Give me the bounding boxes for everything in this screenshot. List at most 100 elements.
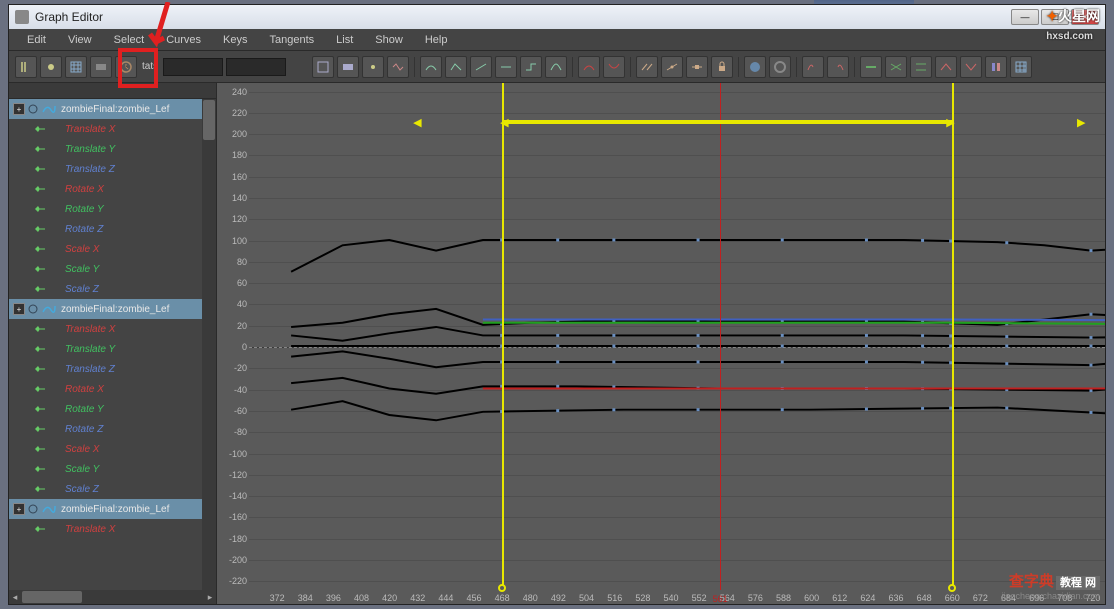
keyframe[interactable] [865,238,868,241]
keyframe[interactable] [1089,364,1092,367]
outliner-attr-row[interactable]: Scale Y [9,259,216,279]
outliner-node-row[interactable]: + zombieFinal:zombie_Lef [9,99,216,119]
keyframe[interactable] [865,408,868,411]
outliner-hscroll[interactable]: ◂ ▸ [9,590,216,604]
outliner-attr-row[interactable]: Translate X [9,519,216,539]
keyframe[interactable] [781,334,784,337]
outliner-attr-row[interactable]: Rotate Z [9,419,216,439]
menu-edit[interactable]: Edit [17,31,56,49]
keyframe[interactable] [921,334,924,337]
outliner-attr-row[interactable]: Translate X [9,319,216,339]
visibility-icon[interactable] [27,103,39,115]
menu-select[interactable]: Select [104,31,155,49]
keyframe[interactable] [865,334,868,337]
keyframe[interactable] [612,360,615,363]
keyframe[interactable] [1089,336,1092,339]
keyframe[interactable] [921,407,924,410]
menu-tangents[interactable]: Tangents [260,31,325,49]
outliner-filter-bar[interactable] [9,83,216,99]
keyframe[interactable] [556,409,559,412]
clamped-tangent-icon[interactable] [445,56,467,78]
keyframe[interactable] [1089,249,1092,252]
keyframe[interactable] [781,360,784,363]
keyframe[interactable] [781,345,784,348]
expand-icon[interactable]: + [13,503,25,515]
pre-infinity-icon[interactable] [802,56,824,78]
outliner-attr-row[interactable]: Rotate X [9,379,216,399]
outliner-vscroll[interactable] [202,99,216,590]
outliner-attr-row[interactable]: Translate Z [9,159,216,179]
flat-tangent-icon[interactable] [495,56,517,78]
keyframe[interactable] [1005,407,1008,410]
break-tangent-icon[interactable] [636,56,658,78]
menu-show[interactable]: Show [365,31,413,49]
keyframe[interactable] [1089,411,1092,414]
expand-icon[interactable]: + [13,103,25,115]
unify-tangent-icon[interactable] [661,56,683,78]
titlebar[interactable]: Graph Editor — ☐ ✕ [9,5,1105,29]
visibility-icon[interactable] [27,503,39,515]
keyframe[interactable] [612,345,615,348]
keyframe[interactable] [697,334,700,337]
menu-list[interactable]: List [326,31,363,49]
normalize-icon[interactable] [885,56,907,78]
outliner-attr-row[interactable]: Scale Z [9,279,216,299]
outliner-attr-row[interactable]: Translate X [9,119,216,139]
swap-buffer-icon[interactable] [603,56,625,78]
spline-tangent-icon[interactable] [420,56,442,78]
keyframe[interactable] [781,408,784,411]
keyframe[interactable] [697,345,700,348]
outliner-attr-row[interactable]: Scale Z [9,479,216,499]
expand-icon[interactable]: + [13,303,25,315]
lattice-tool-icon[interactable] [65,56,87,78]
insert-key-tool-icon[interactable] [40,56,62,78]
menu-curves[interactable]: Curves [156,31,211,49]
plateau-tangent-icon[interactable] [545,56,567,78]
auto-tangent-icon[interactable] [387,56,409,78]
outliner-attr-row[interactable]: Scale X [9,239,216,259]
playback-end-marker[interactable]: ▶ [1077,116,1085,129]
move-key-tool-icon[interactable] [15,56,37,78]
spreadsheet-icon[interactable] [1010,56,1032,78]
keyframe[interactable] [1089,313,1092,316]
anim-curve[interactable] [291,327,1105,341]
visibility-icon[interactable] [27,303,39,315]
outliner-node-row[interactable]: + zombieFinal:zombie_Lef [9,499,216,519]
anim-curve[interactable] [291,240,1105,272]
keyframe[interactable] [556,345,559,348]
keyframe[interactable] [697,238,700,241]
keyframe[interactable] [865,360,868,363]
keyframe[interactable] [1089,389,1092,392]
linear-tangent-icon[interactable] [470,56,492,78]
current-time-indicator[interactable] [720,83,721,590]
keyframe[interactable] [556,238,559,241]
denormalize-icon[interactable] [910,56,932,78]
frame-playback-icon[interactable] [337,56,359,78]
outliner-attr-row[interactable]: Translate Z [9,359,216,379]
graph-view[interactable]: 240220200180160140120100806040200-20-40-… [217,83,1105,604]
keyframe[interactable] [556,334,559,337]
center-view-icon[interactable] [362,56,384,78]
outliner-attr-row[interactable]: Translate Y [9,339,216,359]
menu-help[interactable]: Help [415,31,458,49]
curve-filter-icon[interactable] [960,56,982,78]
keyframe[interactable] [697,408,700,411]
keyframe[interactable] [697,360,700,363]
range-bar[interactable] [502,120,952,124]
keyframe[interactable] [612,238,615,241]
region-tool-icon[interactable] [90,56,112,78]
stats-time-field[interactable] [163,58,223,76]
keyframe[interactable] [781,238,784,241]
minimize-button[interactable]: — [1011,9,1039,25]
time-snap-icon[interactable] [744,56,766,78]
anim-curve[interactable] [483,323,1105,325]
keyframe[interactable] [612,334,615,337]
outliner-attr-row[interactable]: Rotate Y [9,199,216,219]
keyframe[interactable] [921,239,924,242]
outliner-attr-row[interactable]: Rotate Z [9,219,216,239]
stats-value-field[interactable] [226,58,286,76]
outliner-attr-row[interactable]: Translate Y [9,139,216,159]
outliner-attr-row[interactable]: Rotate X [9,179,216,199]
isolate-curve-icon[interactable] [860,56,882,78]
step-tangent-icon[interactable] [520,56,542,78]
